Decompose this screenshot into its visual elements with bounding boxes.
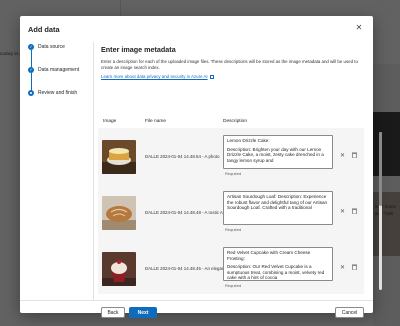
next-button[interactable]: Next [129, 307, 157, 318]
table-row: DALLE 2024-01-04 14.48.48 - A rustic A A… [98, 184, 360, 240]
step-data-management[interactable]: ✓ Data management [28, 67, 79, 73]
description-line: Description: Our Red Velvet Cupcake is a… [227, 264, 325, 281]
description-input[interactable]: Red Velvet Cupcake with Cream Cheese Fro… [223, 247, 333, 281]
trash-icon[interactable] [352, 264, 357, 270]
description-input[interactable]: Lemon Drizzle Cake: Description: Brighte… [223, 135, 333, 169]
content-title: Enter image metadata [101, 45, 176, 54]
remove-icon[interactable]: ✕ [340, 152, 345, 159]
required-label: Required [225, 171, 242, 176]
table-row: DALLE 2024-01-04 14.48.54 - A photo Lemo… [98, 128, 360, 184]
column-header-file-name: File name [145, 119, 167, 124]
cancel-button[interactable]: Cancel [335, 307, 364, 318]
sourdough-thumbnail [102, 196, 136, 230]
step-review-and-finish[interactable]: Review and finish [28, 90, 77, 96]
step-connector [31, 50, 32, 68]
required-label: Required [225, 283, 242, 288]
step-connector [31, 73, 32, 91]
required-label: Required [225, 227, 242, 232]
step-label: Data management [38, 67, 80, 73]
close-icon[interactable]: ✕ [354, 23, 364, 33]
description-line: Lemon Drizzle Cake: [227, 138, 270, 143]
lemon-cake-thumbnail [102, 140, 136, 174]
external-link-icon [209, 74, 214, 79]
scrollbar-thumb[interactable] [379, 132, 382, 206]
column-header-image: Image [103, 119, 117, 124]
privacy-link[interactable]: Learn more about data privacy and securi… [101, 74, 214, 79]
current-step-icon [28, 90, 34, 96]
description-line: Description: Brighten your day with our … [227, 146, 324, 163]
table-scrollbar[interactable] [379, 132, 382, 290]
remove-icon[interactable]: ✕ [340, 208, 345, 215]
footer-divider [20, 300, 373, 301]
add-data-dialog: Add data ✕ ✓ Data source ✓ Data manageme… [20, 16, 382, 318]
step-label: Review and finish [38, 90, 78, 96]
trash-icon[interactable] [352, 152, 357, 158]
column-header-description: Description [223, 119, 247, 124]
table-row: DALLE 2024-01-04 14.48.45 - An elegan Re… [98, 240, 360, 294]
content-description: Enter a description for each of the uplo… [101, 59, 358, 71]
checkmark-icon: ✓ [28, 67, 34, 73]
metadata-table[interactable]: DALLE 2024-01-04 14.48.54 - A photo Lemo… [98, 128, 364, 294]
remove-icon[interactable]: ✕ [340, 264, 345, 271]
description-input[interactable]: Artisan Sourdough Loaf: Description: Exp… [223, 191, 333, 225]
step-data-source[interactable]: ✓ Data source [28, 44, 65, 50]
dialog-title: Add data [28, 25, 60, 34]
step-label: Data source [38, 44, 65, 50]
red-velvet-cupcake-thumbnail [102, 252, 136, 286]
trash-icon[interactable] [352, 208, 357, 214]
privacy-link-text[interactable]: Learn more about data privacy and securi… [101, 74, 208, 79]
stepper-divider [93, 42, 94, 300]
checkmark-icon: ✓ [28, 44, 34, 50]
description-line: Red Velvet Cupcake with Cream Cheese Fro… [227, 250, 311, 261]
back-button[interactable]: Back [101, 307, 125, 318]
description-line: Artisan Sourdough Loaf: Description: Exp… [227, 194, 328, 211]
